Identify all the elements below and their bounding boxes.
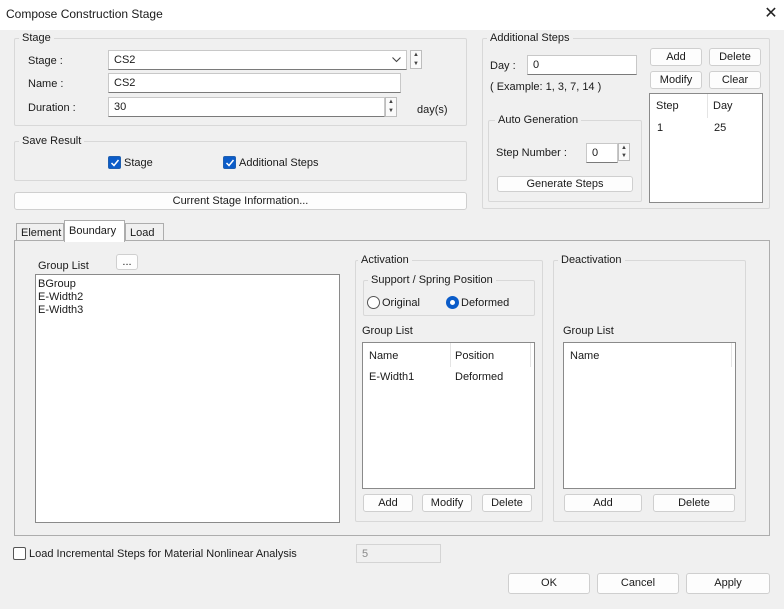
activation-row-name[interactable]: E-Width1 <box>369 371 414 383</box>
spin-down-icon[interactable]: ▼ <box>411 60 421 69</box>
spin-up-icon[interactable]: ▲ <box>386 98 396 107</box>
stage-spinner[interactable]: ▲ ▼ <box>410 50 422 69</box>
close-icon[interactable]: ✕ <box>758 2 784 28</box>
support-position-label: Support / Spring Position <box>368 274 496 286</box>
list-item[interactable]: E-Width3 <box>38 304 83 316</box>
activation-delete-button[interactable]: Delete <box>482 494 532 512</box>
spin-up-icon[interactable]: ▲ <box>619 144 629 152</box>
steps-col-step[interactable]: Step <box>656 100 679 112</box>
steps-col-divider <box>707 94 708 118</box>
spin-up-icon[interactable]: ▲ <box>411 51 421 60</box>
generate-steps-button[interactable]: Generate Steps <box>497 176 633 192</box>
cancel-button[interactable]: Cancel <box>597 573 679 594</box>
deformed-radio[interactable] <box>446 296 459 309</box>
activation-col-divider <box>450 343 451 367</box>
stage-dropdown[interactable]: CS2 <box>108 50 407 70</box>
modify-step-button[interactable]: Modify <box>650 71 702 89</box>
stage-group-label: Stage <box>19 32 54 44</box>
deactivation-label: Deactivation <box>558 254 625 266</box>
deactivation-delete-button[interactable]: Delete <box>653 494 735 512</box>
stage-checkbox-label[interactable]: Stage <box>124 157 153 169</box>
spin-down-icon[interactable]: ▼ <box>386 107 396 116</box>
stage-checkbox[interactable] <box>108 156 121 169</box>
deformed-radio-label[interactable]: Deformed <box>461 297 509 309</box>
load-incremental-label[interactable]: Load Incremental Steps for Material Nonl… <box>29 548 297 560</box>
spin-down-icon[interactable]: ▼ <box>619 152 629 160</box>
chevron-down-icon <box>392 57 401 63</box>
duration-unit: day(s) <box>417 104 448 116</box>
browse-groups-button[interactable]: ... <box>116 254 138 270</box>
load-incremental-checkbox[interactable] <box>13 547 26 560</box>
load-incremental-steps-field[interactable]: 5 <box>356 544 441 563</box>
deactivation-table[interactable]: Name <box>563 342 736 489</box>
original-radio-label[interactable]: Original <box>382 297 420 309</box>
list-item[interactable]: BGroup <box>38 278 76 290</box>
activation-col-name[interactable]: Name <box>369 350 398 362</box>
day-label: Day : <box>490 60 516 72</box>
add-step-button[interactable]: Add <box>650 48 702 66</box>
ok-button[interactable]: OK <box>508 573 590 594</box>
day-field[interactable]: 0 <box>527 55 637 75</box>
step-number-field[interactable]: 0 <box>586 143 618 163</box>
tab-boundary[interactable]: Boundary <box>64 220 125 242</box>
activation-label: Activation <box>358 254 412 266</box>
activation-row-position[interactable]: Deformed <box>455 371 503 383</box>
original-radio[interactable] <box>367 296 380 309</box>
deactivation-add-button[interactable]: Add <box>564 494 642 512</box>
additional-steps-checkbox[interactable] <box>223 156 236 169</box>
day-example-text: ( Example: 1, 3, 7, 14 ) <box>490 81 602 93</box>
steps-row-day[interactable]: 25 <box>714 122 726 134</box>
steps-row-step[interactable]: 1 <box>657 122 663 134</box>
name-field[interactable]: CS2 <box>108 73 401 93</box>
boundary-group-list[interactable]: BGroup E-Width2 E-Width3 <box>35 274 340 523</box>
save-result-label: Save Result <box>19 135 85 147</box>
checkmark-icon <box>110 159 120 167</box>
current-stage-information-button[interactable]: Current Stage Information... <box>14 192 467 210</box>
stage-dropdown-value: CS2 <box>114 54 136 66</box>
duration-spinner[interactable]: ▲ ▼ <box>385 97 397 117</box>
group-list-label: Group List <box>38 260 89 272</box>
activation-col-divider <box>530 343 531 367</box>
activation-col-position[interactable]: Position <box>455 350 494 362</box>
apply-button[interactable]: Apply <box>686 573 770 594</box>
deactivation-group-list-label: Group List <box>563 325 614 337</box>
step-number-spinner[interactable]: ▲ ▼ <box>618 143 630 161</box>
name-label: Name : <box>28 78 64 90</box>
step-number-label: Step Number : <box>496 147 567 159</box>
deactivation-col-divider <box>731 343 732 367</box>
steps-table[interactable]: Step Day 1 25 <box>649 93 763 203</box>
steps-col-day[interactable]: Day <box>713 100 733 112</box>
checkmark-icon <box>225 159 235 167</box>
additional-steps-checkbox-label[interactable]: Additional Steps <box>239 157 319 169</box>
activation-add-button[interactable]: Add <box>363 494 413 512</box>
deactivation-col-name[interactable]: Name <box>570 350 599 362</box>
window-title: Compose Construction Stage <box>6 7 163 21</box>
list-item[interactable]: E-Width2 <box>38 291 83 303</box>
duration-field[interactable]: 30 <box>108 97 385 117</box>
duration-label: Duration : <box>28 102 76 114</box>
activation-table[interactable]: Name Position E-Width1 Deformed <box>362 342 535 489</box>
delete-step-button[interactable]: Delete <box>709 48 761 66</box>
clear-steps-button[interactable]: Clear <box>709 71 761 89</box>
stage-label: Stage : <box>28 55 63 67</box>
activation-modify-button[interactable]: Modify <box>422 494 472 512</box>
additional-steps-label: Additional Steps <box>487 32 573 44</box>
activation-group-list-label: Group List <box>362 325 413 337</box>
auto-generation-label: Auto Generation <box>495 114 582 126</box>
